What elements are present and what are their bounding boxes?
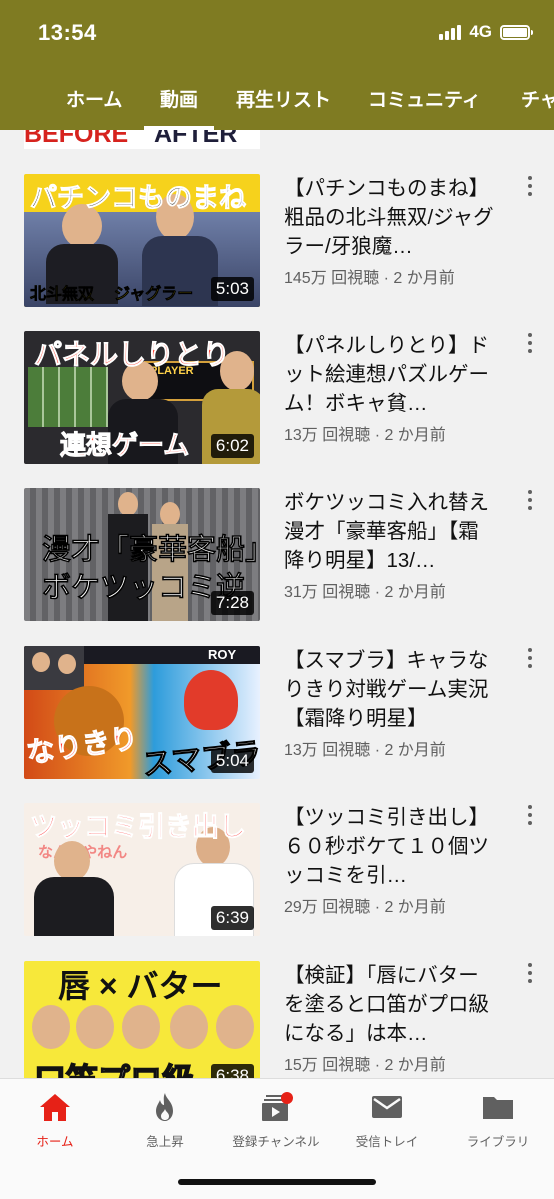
thumb-text: パチンコものまね: [30, 183, 247, 214]
screen: 13:54 4G ホーム 動画 再生リスト コミュニティ チャ BEFORE A…: [0, 0, 554, 1199]
thumb-text: 唇 × バター: [58, 968, 223, 1004]
tab-bar: ホーム 動画 再生リスト コミュニティ チャ: [0, 70, 554, 130]
video-meta: 31万 回視聴 · 2 か月前: [284, 584, 446, 601]
thumb-text: 漫才「豪華客船」: [42, 534, 260, 567]
video-duration: 6:39: [210, 906, 254, 930]
more-options-icon[interactable]: [520, 803, 540, 833]
more-options-icon[interactable]: [520, 488, 540, 518]
video-thumbnail[interactable]: パチンコものまね 北斗無双 ジャグラー 5:03: [24, 174, 260, 307]
nav-home[interactable]: ホーム: [0, 1091, 110, 1150]
subscriptions-icon: [262, 1092, 293, 1121]
nav-label: 急上昇: [146, 1135, 184, 1149]
thumb-text: 口笛プロ級: [33, 1055, 195, 1078]
video-duration: 5:04: [210, 749, 254, 773]
video-title[interactable]: 【スマブラ】キャラなりきり対戦ゲーム実況【霜降り明星】: [284, 646, 496, 733]
video-thumbnail[interactable]: 唇 × バター 口笛プロ級 6:38: [24, 961, 260, 1078]
nav-label: ライブラリ: [466, 1135, 530, 1149]
video-meta: 145万 回視聴 · 2 か月前: [284, 270, 455, 287]
more-options-icon[interactable]: [520, 331, 540, 361]
video-item[interactable]: パチンコものまね 北斗無双 ジャグラー 5:03 【パチンコものまね】粗品の北斗…: [0, 174, 554, 309]
folder-icon: [483, 1097, 513, 1119]
tab-playlists[interactable]: 再生リスト: [236, 85, 331, 112]
video-duration: 5:03: [210, 277, 254, 301]
video-title[interactable]: 【検証】「唇にバターを塗ると口笛がプロ級になる」は本…: [284, 961, 496, 1048]
video-meta: 15万 回視聴 · 2 か月前: [284, 1057, 446, 1074]
video-list: BEFORE AFTER パチンコものまね 北斗無双 ジャグラー 5:03 【パ…: [0, 130, 554, 1078]
video-duration: 7:28: [210, 591, 254, 615]
video-thumbnail[interactable]: ROY なりきり スマブラ 5:04: [24, 646, 260, 779]
nav-label: ホーム: [36, 1135, 74, 1149]
nav-label: 受信トレイ: [355, 1135, 419, 1149]
network-label: 4G: [469, 22, 492, 41]
video-item[interactable]: なんでやねん ツッコミ引き出し 6:39 【ツッコミ引き出し】６０秒ボケて１０個…: [0, 803, 554, 938]
thumb-text: AFTER: [154, 130, 238, 148]
video-duration: 6:02: [210, 434, 254, 458]
video-title[interactable]: 【ツッコミ引き出し】６０秒ボケて１０個ツッコミを引…: [284, 803, 496, 890]
channel-header: 13:54 4G ホーム 動画 再生リスト コミュニティ チャ: [0, 0, 554, 130]
more-options-icon[interactable]: [520, 174, 540, 204]
thumb-text: BEFORE: [24, 130, 129, 148]
nav-library[interactable]: ライブラリ: [443, 1091, 553, 1150]
nav-label: 登録チャンネル: [232, 1135, 320, 1149]
video-meta: 13万 回視聴 · 2 か月前: [284, 427, 446, 444]
video-item[interactable]: ROY なりきり スマブラ 5:04 【スマブラ】キャラなりきり対戦ゲーム実況【…: [0, 646, 554, 781]
video-title[interactable]: 【パチンコものまね】粗品の北斗無双/ジャグラー/牙狼魔…: [284, 174, 496, 261]
thumb-text: 連想ゲーム: [59, 430, 190, 461]
video-duration: 6:38: [210, 1064, 254, 1078]
video-thumbnail[interactable]: PLAYER パネルしりとり 連想ゲーム 6:02: [24, 331, 260, 464]
tab-channels[interactable]: チャ: [521, 85, 554, 112]
tab-home[interactable]: ホーム: [66, 85, 122, 112]
tab-videos[interactable]: 動画: [160, 85, 198, 112]
video-meta: 13万 回視聴 · 2 か月前: [284, 742, 446, 759]
thumb-text: なりきり: [24, 722, 140, 769]
more-options-icon[interactable]: [520, 961, 540, 991]
status-right: 4G: [439, 22, 533, 42]
video-item[interactable]: 唇 × バター 口笛プロ級 6:38 【検証】「唇にバターを塗ると口笛がプロ級に…: [0, 961, 554, 1078]
home-indicator[interactable]: [178, 1179, 376, 1185]
partial-thumbnail[interactable]: BEFORE AFTER: [24, 130, 260, 149]
flame-icon: [156, 1093, 173, 1121]
video-meta: 29万 回視聴 · 2 か月前: [284, 899, 446, 916]
more-options-icon[interactable]: [520, 646, 540, 676]
thumb-text: ツッコミ引き出し: [30, 812, 247, 843]
video-thumbnail[interactable]: なんでやねん ツッコミ引き出し 6:39: [24, 803, 260, 936]
nav-inbox[interactable]: 受信トレイ: [332, 1091, 442, 1150]
video-title[interactable]: 【パネルしりとり】ドット絵連想パズルゲーム！ボキャ貧…: [284, 331, 496, 418]
thumb-text: 北斗無双: [30, 286, 95, 304]
signal-icon: [439, 24, 462, 40]
active-tab-indicator: [144, 126, 214, 130]
thumb-text: パネルしりとり: [33, 339, 231, 371]
thumb-text: ROY: [208, 647, 237, 662]
nav-trending[interactable]: 急上昇: [110, 1091, 220, 1150]
video-title[interactable]: ボケツッコミ入れ替え漫才「豪華客船」【霜降り明星】13/…: [284, 488, 496, 575]
home-icon: [40, 1094, 70, 1121]
video-item[interactable]: PLAYER パネルしりとり 連想ゲーム 6:02 【パネルしりとり】ドット絵連…: [0, 331, 554, 466]
status-bar: 13:54 4G: [0, 0, 554, 70]
inbox-icon: [372, 1096, 402, 1118]
video-thumbnail[interactable]: 漫才「豪華客船」 ボケツッコミ逆 7:28: [24, 488, 260, 621]
video-item[interactable]: 漫才「豪華客船」 ボケツッコミ逆 7:28 ボケツッコミ入れ替え漫才「豪華客船」…: [0, 488, 554, 623]
thumb-text: ジャグラー: [114, 286, 194, 304]
status-time: 13:54: [38, 20, 97, 45]
nav-subscriptions[interactable]: 登録チャンネル: [221, 1091, 331, 1150]
battery-icon: [500, 24, 533, 40]
tab-community[interactable]: コミュニティ: [368, 85, 481, 112]
